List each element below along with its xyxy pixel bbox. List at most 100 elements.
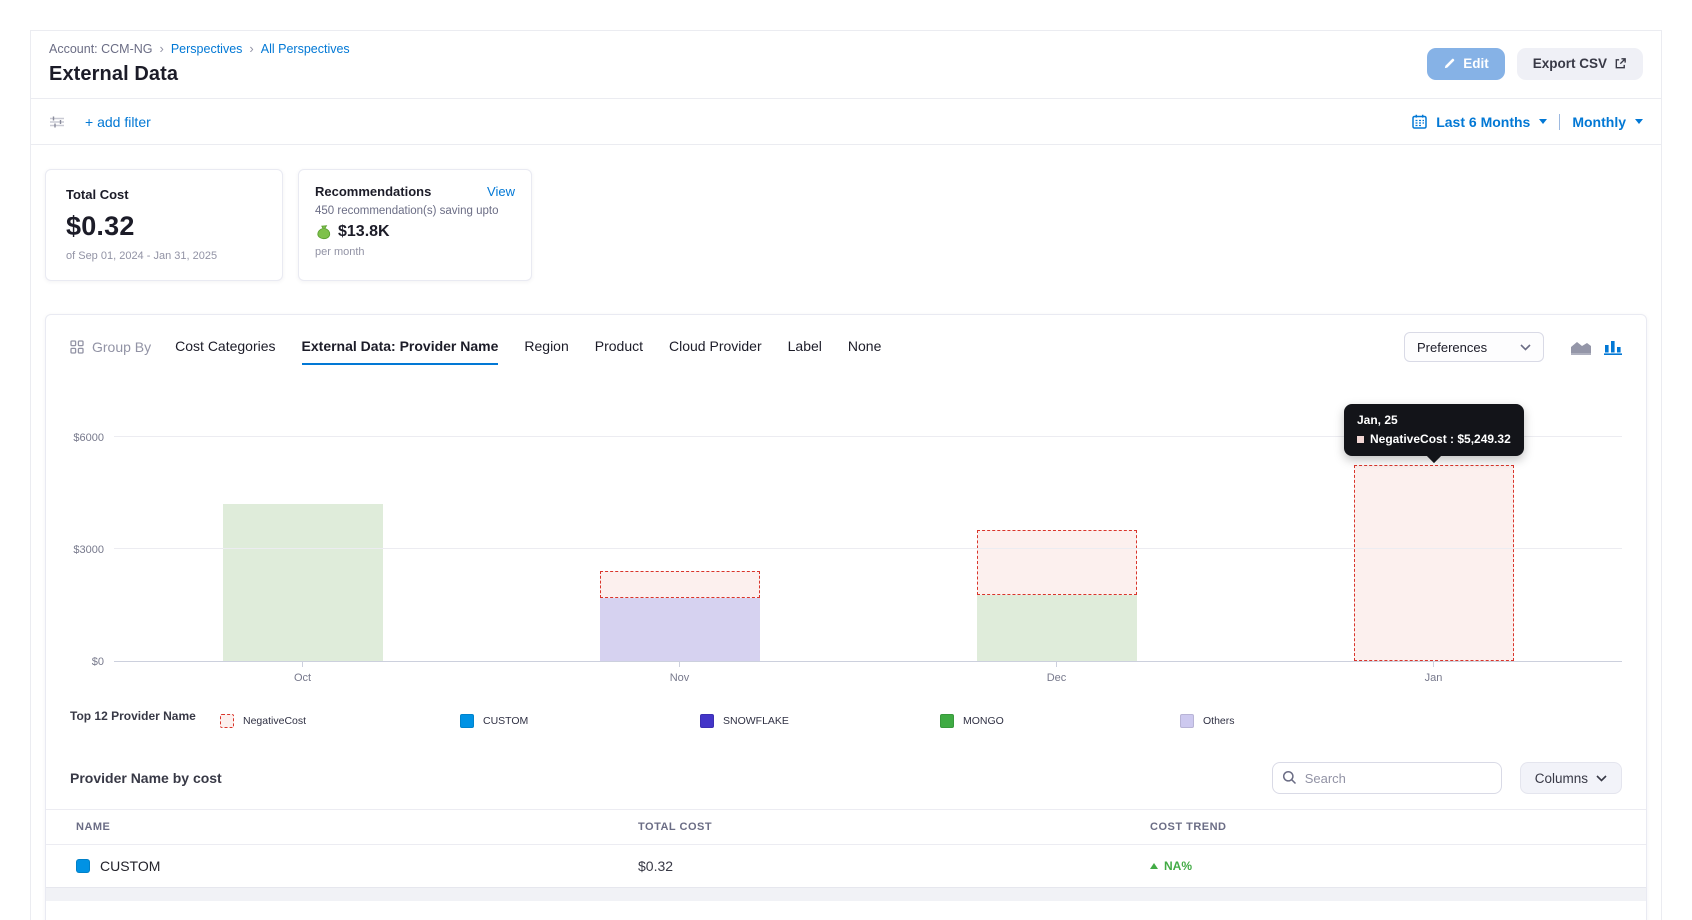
- perspective-page: Account: CCM-NG › Perspectives › All Perspec…: [30, 30, 1662, 920]
- table-row-custom[interactable]: CUSTOM$0.32 NA%: [46, 845, 1646, 888]
- provider-swatch: [76, 859, 90, 873]
- x-axis-label-oct: Oct: [114, 662, 491, 692]
- chart-bar-dec[interactable]: [868, 370, 1245, 661]
- chevron-down-icon: [1520, 344, 1531, 351]
- breadcrumb-item-account-ccm-ng: Account: CCM-NG: [49, 42, 153, 56]
- legend-items: NegativeCost CUSTOM SNOWFLAKE MONGO Others: [220, 708, 1622, 728]
- breadcrumb-separator: ›: [160, 41, 164, 56]
- x-tick-mark: [1056, 662, 1057, 667]
- gridline-3000: [114, 548, 1622, 549]
- total-cost-value: $0.32: [66, 211, 262, 242]
- legend-item-others[interactable]: Others: [1180, 714, 1420, 728]
- x-tick-mark: [1433, 662, 1434, 667]
- group-by-label: Group By: [92, 339, 151, 355]
- table-title: Provider Name by cost: [70, 770, 1272, 786]
- breadcrumb-separator: ›: [249, 41, 253, 56]
- granularity-selector[interactable]: Monthly: [1572, 114, 1626, 130]
- legend-item-snowflake[interactable]: SNOWFLAKE: [700, 714, 940, 728]
- filter-sliders-icon[interactable]: [49, 115, 65, 129]
- total-cost-title: Total Cost: [66, 187, 262, 202]
- page-header: Account: CCM-NG › Perspectives › All Perspec…: [31, 31, 1661, 99]
- bar-segment-negativecost: [977, 530, 1137, 594]
- bar-chart-toggle-icon[interactable]: [1604, 339, 1622, 355]
- tab-external-data-provider-name[interactable]: External Data: Provider Name: [302, 330, 499, 365]
- external-link-icon: [1614, 57, 1627, 70]
- x-axis-label-dec: Dec: [868, 662, 1245, 692]
- legend-label: MONGO: [963, 715, 1004, 727]
- x-axis-label-jan: Jan: [1245, 662, 1622, 692]
- tooltip-title: Jan, 25: [1357, 413, 1511, 427]
- x-label-text: Dec: [1047, 672, 1067, 684]
- add-filter-button[interactable]: + add filter: [85, 114, 151, 130]
- y-tick-label: $6000: [73, 432, 104, 444]
- filter-bar: + add filter Last 6 Months Monthly: [31, 99, 1661, 145]
- area-chart-toggle-icon[interactable]: [1570, 339, 1592, 355]
- chart-legend: Top 12 Provider Name NegativeCost CUSTOM S…: [70, 708, 1622, 728]
- groupby-tabs: Cost Categories External Data: Provider N…: [175, 330, 1404, 365]
- tab-cloud-provider[interactable]: Cloud Provider: [669, 330, 762, 365]
- chevron-down-icon[interactable]: [1539, 119, 1547, 124]
- preferences-dropdown[interactable]: Preferences: [1404, 332, 1544, 362]
- x-label-text: Oct: [294, 672, 311, 684]
- columns-button[interactable]: Columns: [1520, 762, 1622, 794]
- edit-button-label: Edit: [1463, 56, 1489, 71]
- savings-period: per month: [315, 246, 515, 258]
- total-cost-card: Total Cost $0.32 of Sep 01, 2024 - Jan 3…: [45, 169, 283, 281]
- legend-swatch: [940, 714, 954, 728]
- legend-item-mongo[interactable]: MONGO: [940, 714, 1180, 728]
- export-csv-label: Export CSV: [1533, 56, 1607, 71]
- legend-swatch: [1180, 714, 1194, 728]
- grid-icon: [70, 340, 84, 354]
- edit-button[interactable]: Edit: [1427, 48, 1505, 80]
- perspective-panel: Group By Cost Categories External Data: P…: [45, 314, 1647, 920]
- next-row-strip: [46, 887, 1646, 901]
- legend-item-negativecost[interactable]: NegativeCost: [220, 714, 460, 728]
- legend-label: Others: [1203, 715, 1235, 727]
- trend-value: NA%: [1164, 859, 1192, 873]
- tooltip-value: NegativeCost : $5,249.32: [1370, 432, 1511, 446]
- x-label-text: Nov: [670, 672, 690, 684]
- chart-bar-nov[interactable]: [491, 370, 868, 661]
- chevron-down-icon: [1596, 775, 1607, 782]
- legend-swatch: [700, 714, 714, 728]
- chart-bar-oct[interactable]: [114, 370, 491, 661]
- search-input[interactable]: [1272, 762, 1502, 794]
- legend-item-custom[interactable]: CUSTOM: [460, 714, 700, 728]
- search-icon: [1282, 770, 1297, 785]
- page-title: External Data: [49, 63, 350, 86]
- col-header-cost-trend: COST TREND: [1150, 810, 1646, 845]
- tab-cost-categories[interactable]: Cost Categories: [175, 330, 275, 365]
- tab-product[interactable]: Product: [595, 330, 643, 365]
- cell-total-cost: $0.32: [638, 845, 1150, 888]
- tab-none[interactable]: None: [848, 330, 881, 365]
- view-recommendations-link[interactable]: View: [487, 184, 515, 199]
- preferences-label: Preferences: [1417, 340, 1487, 355]
- x-axis-label-nov: Nov: [491, 662, 868, 692]
- tooltip-series-bullet: [1357, 436, 1364, 443]
- y-tick-label: $3000: [73, 544, 104, 556]
- tab-label[interactable]: Label: [788, 330, 822, 365]
- date-range-selector[interactable]: Last 6 Months: [1436, 114, 1530, 130]
- savings-value: $13.8K: [338, 223, 390, 241]
- bar-segment-mongo: [977, 595, 1137, 661]
- chevron-down-icon[interactable]: [1635, 119, 1643, 124]
- legend-title: Top 12 Provider Name: [70, 708, 220, 725]
- export-csv-button[interactable]: Export CSV: [1517, 48, 1643, 80]
- cell-name: CUSTOM: [46, 845, 638, 888]
- x-label-text: Jan: [1425, 672, 1443, 684]
- col-header-total-cost: TOTAL COST: [638, 810, 1150, 845]
- pencil-icon: [1443, 57, 1456, 70]
- tab-region[interactable]: Region: [524, 330, 568, 365]
- trend-up-icon: [1150, 863, 1158, 869]
- table-header-row: NAME TOTAL COST COST TREND: [46, 810, 1646, 845]
- x-axis-labels: Oct Nov Dec Jan: [114, 662, 1622, 692]
- divider: [1559, 114, 1560, 130]
- recommendations-title: Recommendations: [315, 184, 431, 199]
- col-header-name: NAME: [46, 810, 638, 845]
- table-search: [1272, 762, 1502, 794]
- total-cost-period: of Sep 01, 2024 - Jan 31, 2025: [66, 250, 262, 262]
- breadcrumb-item-perspectives[interactable]: Perspectives: [171, 42, 243, 56]
- y-axis-labels: $0$3000$6000: [70, 370, 114, 662]
- legend-label: CUSTOM: [483, 715, 528, 727]
- breadcrumb-item-all-perspectives[interactable]: All Perspectives: [261, 42, 350, 56]
